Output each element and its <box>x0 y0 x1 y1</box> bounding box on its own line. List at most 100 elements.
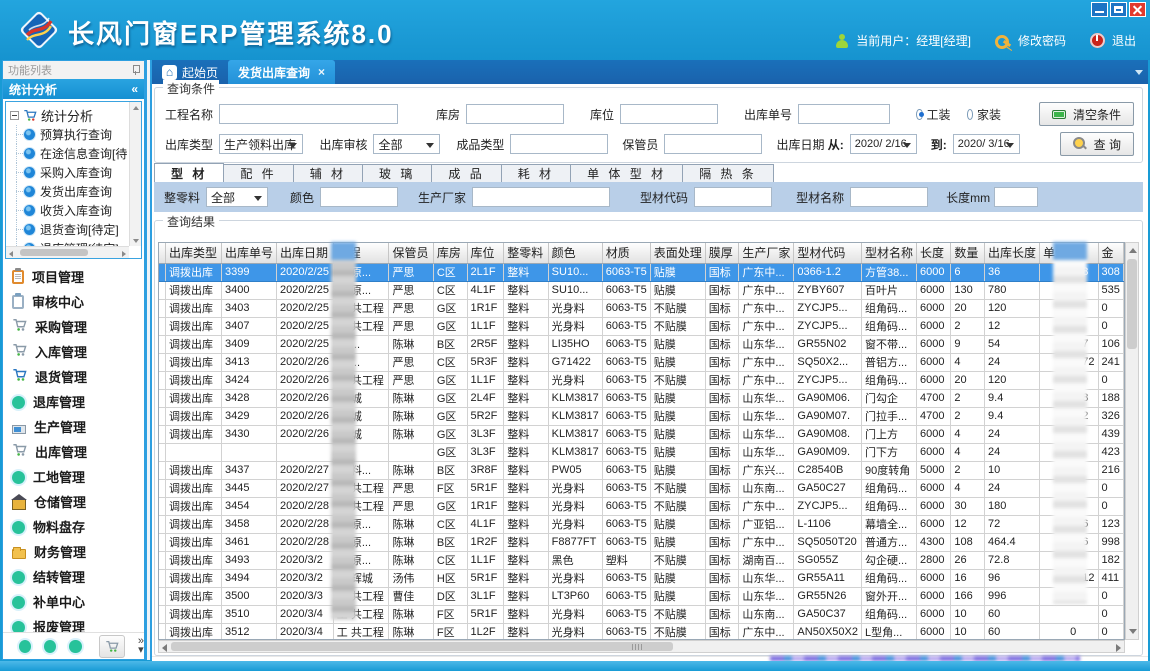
column-header[interactable]: 库位 <box>467 243 504 263</box>
table-row[interactable]: 调拨出库34292020/2/26石 城陈琳G区5R2F整料KLM3817606… <box>159 407 1124 425</box>
color-input[interactable] <box>320 187 398 207</box>
dot-icon[interactable] <box>44 640 56 653</box>
sidebar-overflow-button[interactable]: »▾ <box>138 637 144 655</box>
clear-conditions-button[interactable]: 清空条件 <box>1039 102 1134 126</box>
column-header[interactable]: 金 <box>1098 243 1123 263</box>
column-header[interactable]: 膜厚 <box>705 243 739 263</box>
column-header[interactable]: 出库日期 <box>277 243 334 263</box>
material-tab[interactable]: 耗 材 <box>502 164 571 183</box>
change-password-link[interactable]: 修改密码 <box>1018 32 1066 49</box>
column-header[interactable]: 数量 <box>951 243 985 263</box>
outbound-type-select[interactable]: 生产领料出库 <box>219 134 303 154</box>
statistics-section-header[interactable]: 统计分析 « <box>3 79 144 99</box>
tree-item[interactable]: 预算执行查询 <box>10 125 141 144</box>
keeper-input[interactable] <box>664 134 762 154</box>
table-row[interactable]: 调拨出库34542020/2/28工 共工程严思G区1R1F整料光身料6063-… <box>159 497 1124 515</box>
table-row[interactable]: 调拨出库34932020/3/2华 原...陈琳C区1L1F整料黑色塑料不贴膜国… <box>159 551 1124 569</box>
material-tab[interactable]: 辅 材 <box>294 164 363 183</box>
close-button[interactable] <box>1129 2 1146 17</box>
audit-select[interactable]: 全部 <box>373 134 440 154</box>
dot-icon[interactable] <box>19 640 31 653</box>
column-header[interactable]: 出库单号 <box>222 243 277 263</box>
column-header[interactable]: 型材代码 <box>794 243 862 263</box>
table-row[interactable]: 调拨出库34582020/2/28华 原...陈琳C区4L1F整料光身料6063… <box>159 515 1124 533</box>
table-row[interactable]: 调拨出库34242020/2/26工 共工程严思G区1L1F整料光身料6063-… <box>159 371 1124 389</box>
tree-item[interactable]: 退货查询[待定] <box>10 220 141 239</box>
sidebar-menu-item[interactable]: 出库管理 <box>3 439 144 464</box>
maker-input[interactable] <box>472 187 610 207</box>
search-button[interactable]: 查 询 <box>1060 132 1134 156</box>
table-row[interactable]: 调拨出库34452020/2/27工 共工程严思F区5R1F整料光身料6063-… <box>159 479 1124 497</box>
tree-item[interactable]: 收货入库查询 <box>10 201 141 220</box>
material-tab[interactable]: 成 品 <box>432 164 501 183</box>
table-row[interactable]: 调拨出库34612020/2/28华 原...陈琳B区1R2F整料F8877FT… <box>159 533 1124 551</box>
sidebar-menu-item[interactable]: 物料盘存 <box>3 514 144 539</box>
dot-icon[interactable] <box>69 640 81 653</box>
material-tab[interactable]: 单 体 型 材 <box>571 164 683 183</box>
material-tab[interactable]: 型 材 <box>154 163 224 183</box>
tree-item[interactable]: 采购入库查询 <box>10 163 141 182</box>
tree-item[interactable]: 在途信息查询[待 <box>10 144 141 163</box>
tree-horizontal-scrollbar[interactable] <box>6 246 129 258</box>
tree-expand-icon[interactable] <box>10 111 19 120</box>
table-row[interactable]: 调拨出库34372020/2/27佛 料...陈琳B区3R8F整料PW05606… <box>159 461 1124 479</box>
sidebar-menu-item[interactable]: 退库管理 <box>3 389 144 414</box>
table-row[interactable]: 调拨出库35002020/3/3工 共工程曹佳D区3L1F整料LT3P60606… <box>159 587 1124 605</box>
gongzhuang-radio[interactable] <box>916 109 922 120</box>
tab-close-icon[interactable]: × <box>318 65 325 79</box>
column-header[interactable]: 保管员 <box>389 243 433 263</box>
tab-shipping-query[interactable]: 发货出库查询 × <box>228 60 335 84</box>
table-row[interactable]: 调拨出库35102020/3/4工 共工程陈琳F区5R1F整料光身料6063-T… <box>159 605 1124 623</box>
material-tab[interactable]: 隔 热 条 <box>683 164 774 183</box>
sidebar-menu-item[interactable]: 审核中心 <box>3 289 144 314</box>
sidebar-menu-item[interactable]: 生产管理 <box>3 414 144 439</box>
table-row[interactable]: 调拨出库34092020/2/25长 ...陈琳B区2R5F整料LI35HO60… <box>159 335 1124 353</box>
vertical-scrollbar[interactable] <box>1125 242 1139 640</box>
sidebar-menu-item[interactable]: 仓储管理 <box>3 489 144 514</box>
table-row[interactable]: 调拨出库35122020/3/4工 共工程陈琳F区1L2F整料光身料6063-T… <box>159 623 1124 640</box>
tree-item[interactable]: 发货出库查询 <box>10 182 141 201</box>
sidebar-menu-item[interactable]: 退货管理 <box>3 364 144 389</box>
horizontal-scrollbar[interactable] <box>158 640 1125 653</box>
table-row[interactable]: 调拨出库34282020/2/26石 城陈琳G区2L4F整料KLM3817606… <box>159 389 1124 407</box>
code-input[interactable] <box>694 187 772 207</box>
name-input[interactable] <box>850 187 928 207</box>
table-row[interactable]: G区3L3F整料KLM38176063-T5贴膜国标山东华...GA90M09.… <box>159 443 1124 461</box>
tab-overflow-icon[interactable] <box>1135 70 1143 75</box>
table-row[interactable]: 调拨出库33992020/2/25华 原...严思C区2L1F整料SU10...… <box>159 263 1124 281</box>
column-header[interactable]: 整零料 <box>504 243 548 263</box>
column-header[interactable]: 出库长度 <box>985 243 1040 263</box>
maximize-button[interactable] <box>1110 2 1127 17</box>
collapse-icon[interactable]: « <box>131 82 138 96</box>
sidebar-menu-item[interactable]: 补单中心 <box>3 589 144 614</box>
table-row[interactable]: 调拨出库34002020/2/25华 原...严思C区4L1F整料SU10...… <box>159 281 1124 299</box>
column-header[interactable]: 型材名称 <box>861 243 916 263</box>
column-header[interactable]: 长度 <box>916 243 950 263</box>
sidebar-menu-item[interactable]: 入库管理 <box>3 339 144 364</box>
sidebar-menu-item[interactable]: 采购管理 <box>3 314 144 339</box>
table-row[interactable]: 调拨出库34132020/2/26南 ...严思C区5R3F整料G7142260… <box>159 353 1124 371</box>
pin-icon[interactable] <box>132 65 139 75</box>
column-header[interactable]: 颜色 <box>548 243 602 263</box>
sidebar-menu-item[interactable]: 工地管理 <box>3 464 144 489</box>
sidebar-menu-item[interactable]: 结转管理 <box>3 564 144 589</box>
column-header[interactable]: 出库类型 <box>166 243 222 263</box>
cart-footer-button[interactable] <box>99 635 125 658</box>
column-header[interactable]: 库房 <box>433 243 467 263</box>
column-header[interactable]: 生产厂家 <box>739 243 794 263</box>
minimize-button[interactable] <box>1091 2 1108 17</box>
sidebar-menu-item[interactable]: 项目管理 <box>3 264 144 289</box>
location-input[interactable] <box>620 104 718 124</box>
table-row[interactable]: 调拨出库34302020/2/26石 城陈琳G区3L3F整料KLM3817606… <box>159 425 1124 443</box>
order-no-input[interactable] <box>798 104 890 124</box>
date-to-select[interactable]: 2020/ 3/16 <box>953 134 1020 154</box>
material-tab[interactable]: 玻 璃 <box>363 164 432 183</box>
jiazhuang-radio[interactable] <box>967 109 973 120</box>
material-tab[interactable]: 配 件 <box>224 164 293 183</box>
date-from-select[interactable]: 2020/ 2/16 <box>850 134 917 154</box>
table-row[interactable]: 调拨出库34072020/2/25工 共工程严思G区1L1F整料光身料6063-… <box>159 317 1124 335</box>
column-header[interactable]: 材质 <box>602 243 650 263</box>
warehouse-input[interactable] <box>466 104 564 124</box>
logout-link[interactable]: 退出 <box>1112 32 1136 49</box>
sidebar-menu-item[interactable]: 财务管理 <box>3 539 144 564</box>
